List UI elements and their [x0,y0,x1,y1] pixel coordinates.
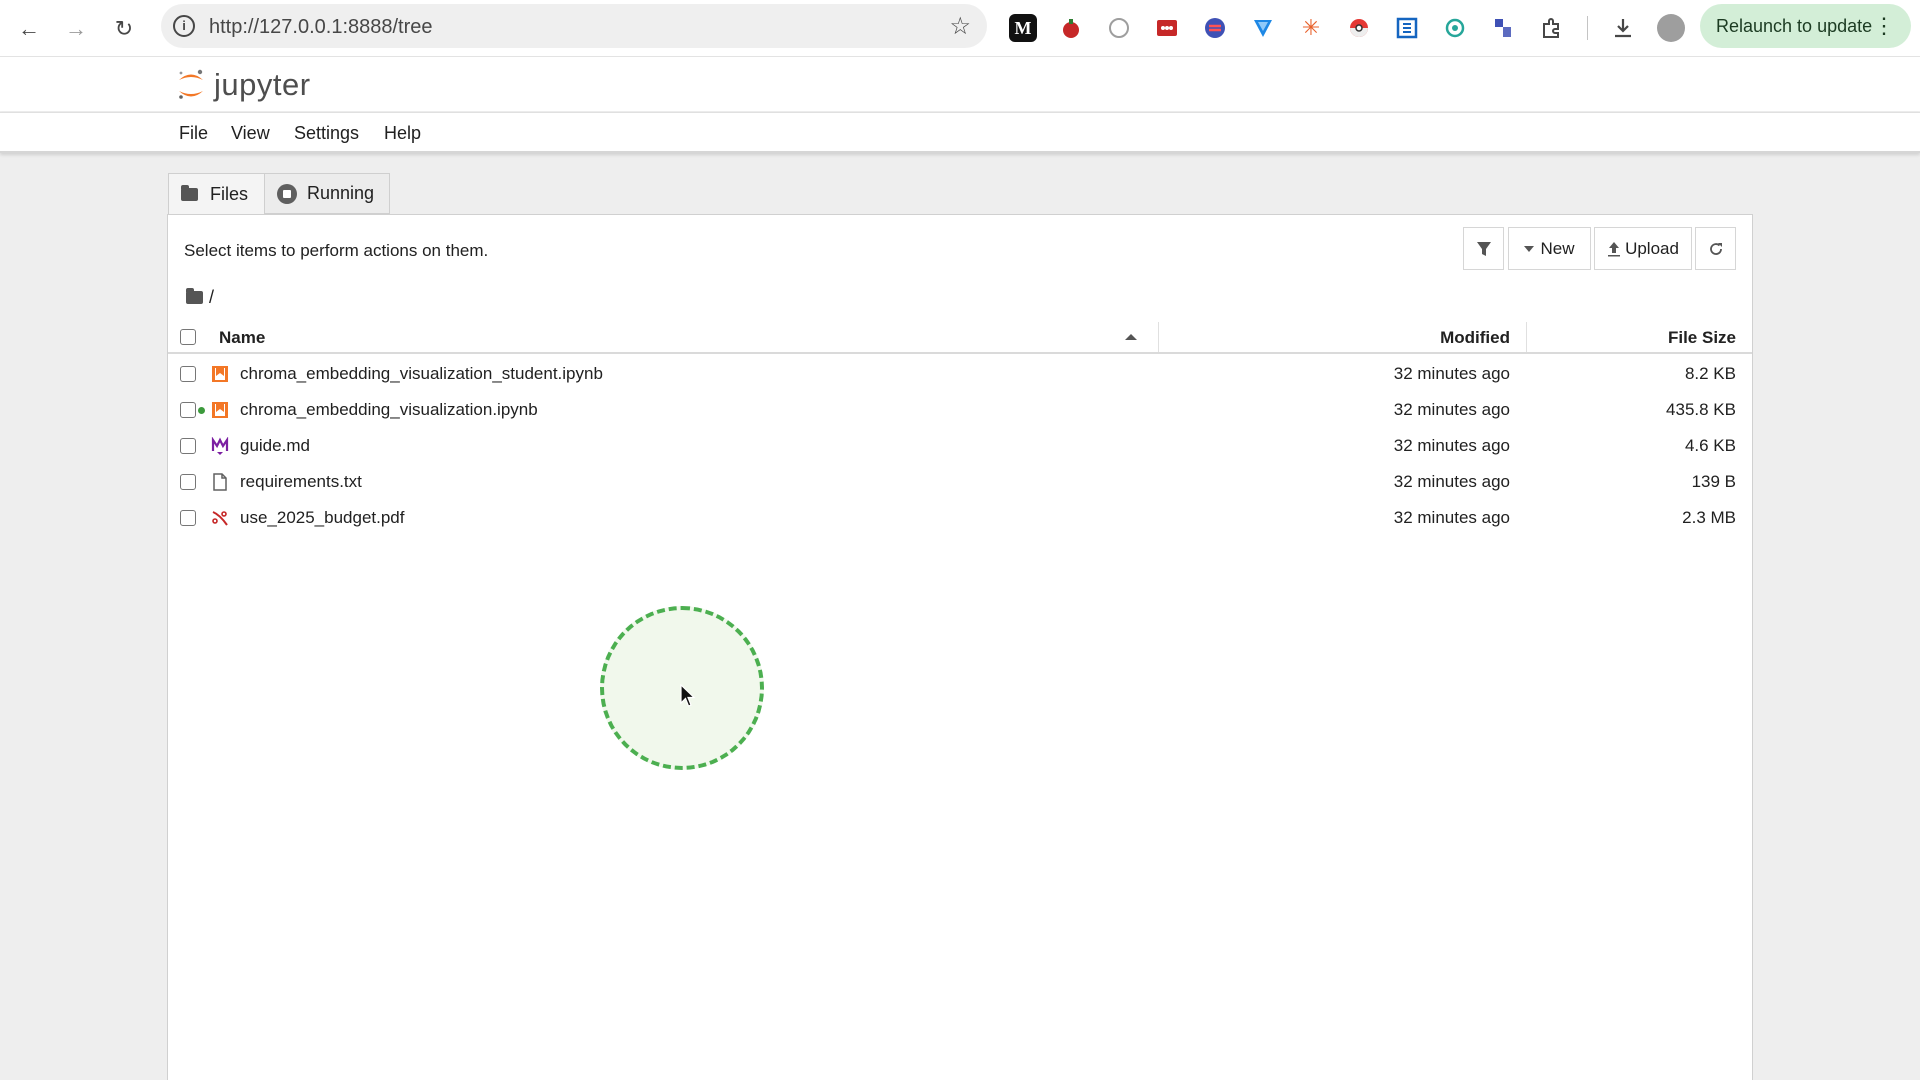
file-name[interactable]: use_2025_budget.pdf [240,508,405,528]
file-modified: 32 minutes ago [1393,400,1510,419]
file-row[interactable]: guide.md 32 minutes ago 4.6 KB [168,428,1752,464]
stop-circle-icon [277,183,297,204]
column-divider[interactable] [1158,322,1159,352]
upload-button[interactable]: Upload [1594,227,1692,270]
extensions-puzzle-icon[interactable] [1537,14,1565,42]
column-divider[interactable] [1526,322,1527,352]
file-size: 8.2 KB [1684,364,1736,383]
file-size: 435.8 KB [1666,400,1736,419]
running-indicator [198,407,205,414]
puzzle-blue-icon[interactable] [1489,14,1517,42]
address-url[interactable]: http://127.0.0.1:8888/tree [209,16,433,39]
file-row[interactable]: chroma_embedding_visualization.ipynb 32 … [168,392,1752,428]
breadcrumb-path[interactable]: / [209,287,214,308]
tab-running-label: Running [307,183,375,203]
selection-hint: Select items to perform actions on them. [184,241,489,260]
breadcrumb: / [186,287,214,308]
jupyter-logo[interactable]: jupyter [176,67,311,103]
file-size: 139 B [1691,472,1736,491]
menu-bar: File View Settings Help [0,112,1920,153]
file-size: 2.3 MB [1682,508,1736,527]
row-checkbox[interactable] [180,402,196,418]
new-label: New [1540,238,1575,258]
jupyter-logo-icon [176,67,206,103]
relaunch-label: Relaunch to update [1716,15,1873,36]
pdf-icon [212,511,228,526]
bracket-icon[interactable] [1393,14,1421,42]
file-modified: 32 minutes ago [1393,364,1510,383]
medium-icon[interactable]: M [1009,14,1037,42]
forward-arrow-icon[interactable]: → [59,12,93,46]
column-file-size[interactable]: File Size [1668,328,1736,348]
file-name[interactable]: chroma_embedding_visualization.ipynb [240,400,538,420]
tomato-icon[interactable] [1057,14,1085,42]
filter-icon [1476,241,1491,256]
menu-file[interactable]: File [179,123,208,144]
file-name[interactable]: chroma_embedding_visualization_student.i… [240,364,603,384]
row-checkbox[interactable] [180,510,196,526]
sync-icon[interactable] [1201,14,1229,42]
logo-wordmark: jupyter [214,67,311,102]
file-row[interactable]: requirements.txt 32 minutes ago 139 B [168,464,1752,500]
burst-icon[interactable]: ✳ [1297,14,1325,42]
arrow-icon[interactable] [1249,14,1277,42]
shape-icon[interactable] [1105,14,1133,42]
row-checkbox[interactable] [180,474,196,490]
sort-ascending-icon[interactable] [1125,333,1137,341]
file-row[interactable]: use_2025_budget.pdf 32 minutes ago 2.3 M… [168,500,1752,536]
text-file-icon [213,473,227,491]
notebook-icon [212,366,228,382]
address-bar[interactable]: i http://127.0.0.1:8888/tree ☆ [161,4,987,48]
caret-down-icon [1524,245,1535,252]
kebab-menu-icon[interactable]: ⋮ [1873,13,1895,39]
mouse-cursor-icon [680,684,696,707]
new-button[interactable]: New [1508,227,1591,270]
upload-label: Upload [1625,238,1679,258]
relaunch-to-update-button[interactable]: Relaunch to update ⋮ [1700,4,1911,48]
file-list-header: Name Modified File Size [168,320,1752,354]
site-info-icon[interactable]: i [173,15,195,37]
profile-avatar[interactable] [1657,14,1685,42]
select-all-checkbox[interactable] [180,329,196,345]
jupyter-header: jupyter [0,57,1920,111]
toolbar-divider [1587,16,1588,40]
file-row[interactable]: chroma_embedding_visualization_student.i… [168,356,1752,392]
column-name[interactable]: Name [219,328,265,348]
folder-home-icon[interactable] [186,288,203,304]
file-modified: 32 minutes ago [1393,508,1510,527]
browser-toolbar: ← → ↻ i http://127.0.0.1:8888/tree ☆ M ✳… [0,0,1920,57]
menu-view[interactable]: View [231,123,270,144]
tab-files[interactable]: Files [168,173,265,214]
pokeball-icon[interactable] [1345,14,1373,42]
folder-icon [181,184,198,201]
bookmark-star-icon[interactable]: ☆ [949,12,971,41]
file-name[interactable]: guide.md [240,436,310,456]
tab-running[interactable]: Running [265,173,390,214]
file-modified: 32 minutes ago [1393,472,1510,491]
file-size: 4.6 KB [1684,436,1736,455]
file-name[interactable]: requirements.txt [240,472,362,492]
markdown-icon [211,437,229,455]
tab-files-label: Files [210,183,249,204]
refresh-icon [1709,242,1722,255]
back-arrow-icon[interactable]: ← [12,12,46,46]
file-modified: 32 minutes ago [1393,436,1510,455]
row-checkbox[interactable] [180,366,196,382]
notebook-icon [212,402,228,418]
file-browser-panel: Select items to perform actions on them.… [167,214,1753,1080]
menu-settings[interactable]: Settings [294,123,359,144]
download-icon[interactable] [1609,14,1637,42]
column-modified[interactable]: Modified [1440,328,1510,348]
menu-help[interactable]: Help [384,123,421,144]
row-checkbox[interactable] [180,438,196,454]
upload-icon [1608,241,1621,256]
filter-button[interactable] [1463,227,1504,270]
openai-icon[interactable] [1441,14,1469,42]
refresh-button[interactable] [1695,227,1736,270]
reload-icon[interactable]: ↻ [107,12,141,46]
dots-icon[interactable] [1153,14,1181,42]
